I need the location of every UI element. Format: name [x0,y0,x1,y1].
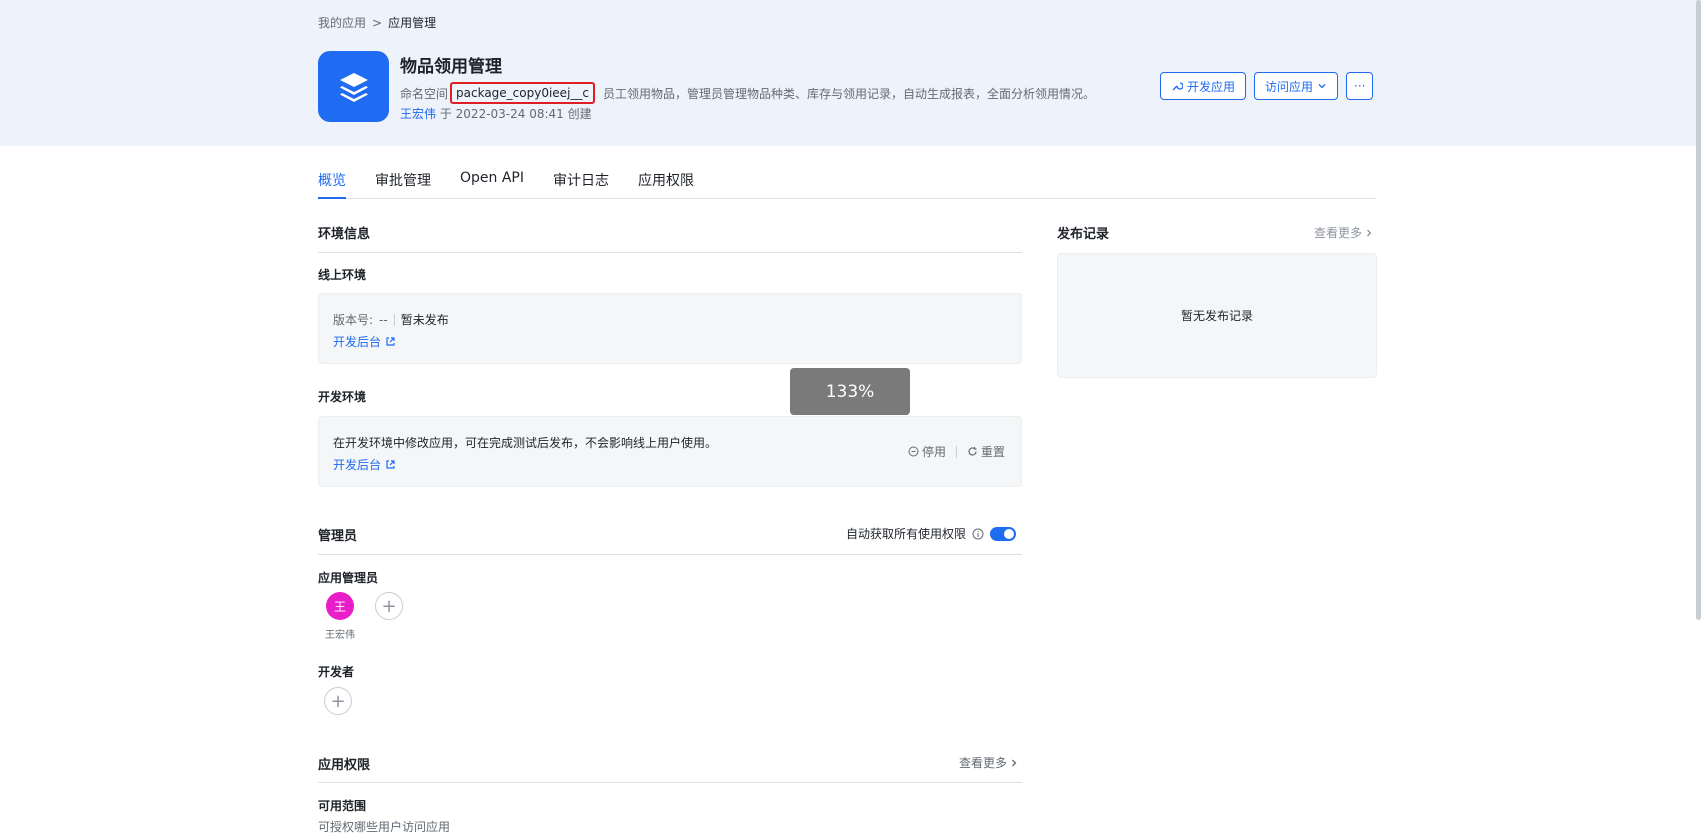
add-admin-button[interactable]: + [375,592,403,620]
permissions-divider [318,782,1022,783]
scrollbar[interactable] [1696,0,1701,620]
online-console-link[interactable]: 开发后台 [333,333,396,350]
env-divider [318,252,1022,253]
chevron-right-icon [1012,759,1017,766]
external-link-icon [386,460,395,469]
app-header [0,0,1701,146]
header-actions: 开发应用 访问应用 ··· [1160,72,1374,100]
chevron-right-icon [1367,229,1372,236]
release-more-label: 查看更多 [1314,226,1363,240]
develop-app-button[interactable]: 开发应用 [1160,72,1247,100]
release-empty-text: 暂无发布记录 [1180,309,1253,323]
more-options-button[interactable]: ··· [1346,72,1374,100]
external-link-icon [386,337,395,346]
permissions-section-title: 应用权限 [318,758,371,773]
developer-title: 开发者 [318,665,355,679]
creator-info: 王宏伟 于 2022-03-24 08:41 创建 [400,105,592,122]
visit-app-button[interactable]: 访问应用 [1254,72,1339,100]
add-developer-button[interactable]: + [324,687,352,715]
online-status: 暂未发布 [400,313,449,327]
dev-env-panel: 在开发环境中修改应用，可在完成测试后发布，不会影响线上用户使用。 开发后台 停用… [318,416,1022,487]
release-section-title: 发布记录 [1057,227,1110,242]
dev-env-desc: 在开发环境中修改应用，可在完成测试后发布，不会影响线上用户使用。 [333,436,718,450]
info-icon [972,528,984,539]
namespace-value: package_copy0ieej__c [450,82,595,104]
namespace-label: 命名空间 [400,86,449,101]
dev-env-title: 开发环境 [318,390,367,404]
app-logo-icon [318,51,389,122]
avatar[interactable]: 王 [326,592,354,620]
app-description: 员工领用物品，管理员管理物品种类、库存与领用记录，自动生成报表，全面分析领用情况… [603,86,1096,101]
version-label: 版本号: [333,313,374,327]
online-console-label: 开发后台 [333,335,382,349]
reset-label: 重置 [980,445,1005,459]
breadcrumb-root[interactable]: 我的应用 [318,14,366,31]
creator-name[interactable]: 王宏伟 [400,107,436,121]
tab-overview[interactable]: 概览 [318,168,346,199]
divider [955,445,957,458]
admins-section-title: 管理员 [318,529,358,544]
auto-perm-toggle[interactable] [990,526,1017,541]
plus-icon: + [381,595,397,617]
dev-console-link[interactable]: 开发后台 [333,456,396,473]
tab-audit-log[interactable]: 审计日志 [553,168,609,199]
refresh-icon [968,447,977,456]
permissions-more-link[interactable]: 查看更多 [959,754,1019,771]
breadcrumb: 我的应用 > 应用管理 [318,14,436,31]
tab-app-permissions[interactable]: 应用权限 [638,168,694,199]
version-value: -- [379,312,388,327]
tab-bar: 概览 审批管理 Open API 审计日志 应用权限 [318,168,1376,199]
env-section-title: 环境信息 [318,227,371,242]
auto-perm-row: 自动获取所有使用权限 [846,525,1017,542]
admin-name: 王宏伟 [325,630,355,641]
app-title: 物品领用管理 [400,57,502,77]
online-version-row: 版本号: -- 暂未发布 [333,311,449,328]
breadcrumb-current: 应用管理 [388,16,437,30]
online-env-title: 线上环境 [318,268,367,282]
app-meta: 命名空间 package_copy0ieej__c 员工领用物品，管理员管理物品… [400,82,1095,104]
admins-divider [318,554,1022,555]
permissions-more-label: 查看更多 [959,756,1008,770]
scope-desc: 可授权哪些用户访问应用 [318,820,451,834]
stop-label: 停用 [921,445,946,459]
release-empty-panel: 暂无发布记录 [1057,253,1377,378]
dev-env-actions: 停用 重置 [908,443,1005,460]
tab-approval[interactable]: 审批管理 [375,168,431,199]
dev-console-label: 开发后台 [333,458,382,472]
created-text: 于 2022-03-24 08:41 创建 [439,107,592,121]
breadcrumb-separator: > [372,15,383,30]
stop-icon [908,446,919,457]
visit-app-label: 访问应用 [1265,79,1314,94]
online-env-panel: 版本号: -- 暂未发布 开发后台 [318,293,1022,364]
develop-app-label: 开发应用 [1187,79,1236,94]
reset-button[interactable]: 重置 [967,443,1005,460]
wrench-icon [1172,82,1183,91]
plus-icon: + [330,690,346,712]
auto-perm-label: 自动获取所有使用权限 [846,527,967,541]
tab-open-api[interactable]: Open API [460,168,524,199]
zoom-indicator: 133% [790,368,910,415]
scope-title: 可用范围 [318,799,367,813]
app-admin-title: 应用管理员 [318,571,379,585]
stop-button[interactable]: 停用 [908,443,946,460]
chevron-down-icon [1318,84,1326,89]
divider [393,313,395,326]
more-icon: ··· [1354,79,1366,93]
release-more-link[interactable]: 查看更多 [1314,224,1374,241]
